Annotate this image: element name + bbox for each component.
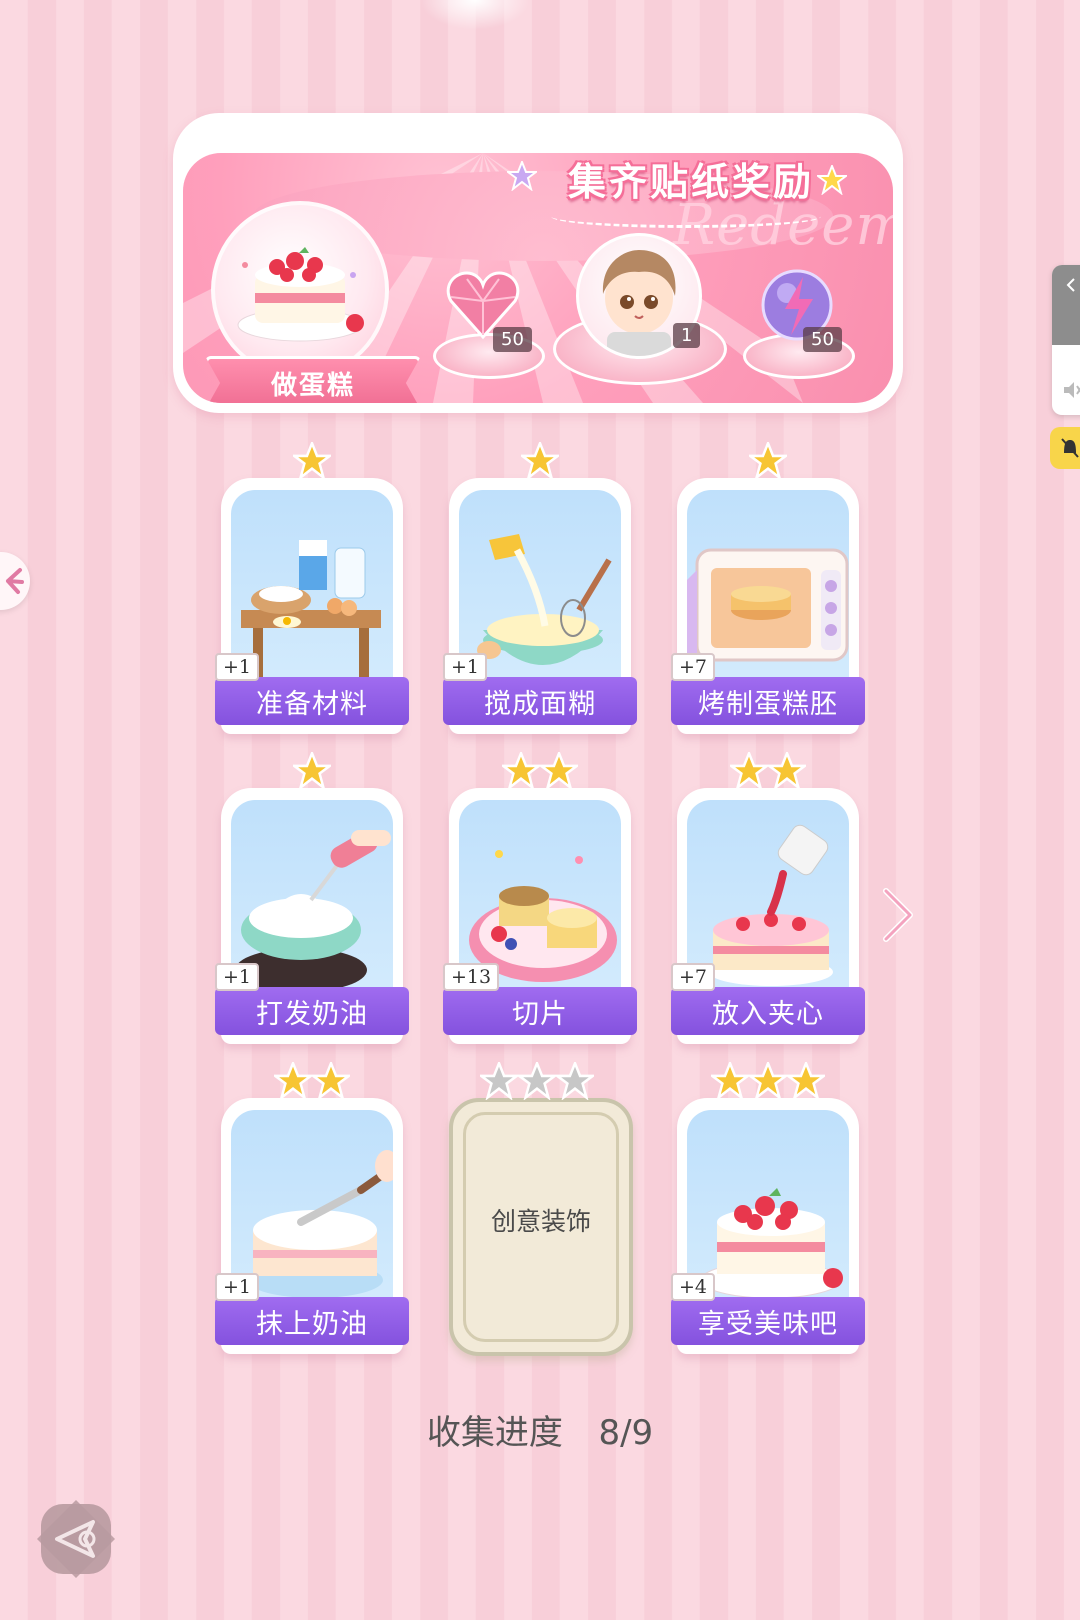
star-rating: [677, 752, 859, 792]
star-rating: [677, 1062, 859, 1102]
left-side-tab[interactable]: [0, 552, 30, 610]
star-icon: [480, 1062, 518, 1100]
star-icon: [787, 1062, 825, 1100]
card-label: 抹上奶油: [215, 1297, 409, 1345]
card-count-badge: +1: [215, 653, 260, 681]
star-icon: [749, 1062, 787, 1100]
card-label: 创意装饰: [490, 1207, 591, 1236]
star-icon: [312, 1062, 350, 1100]
card-count-badge: +13: [443, 963, 500, 991]
sticker-card[interactable]: 准备材料 +1: [215, 442, 409, 734]
collection-progress: 收集进度 8/9: [0, 1405, 1080, 1454]
sticker-card[interactable]: 烤制蛋糕胚 +7: [671, 442, 865, 734]
card-count-badge: +1: [215, 1273, 260, 1301]
top-glow: [420, 0, 530, 30]
bell-off-icon: [1061, 438, 1079, 458]
back-arrow-icon: [37, 1500, 115, 1578]
purple-star-icon: [507, 161, 537, 191]
star-icon: [556, 1062, 594, 1100]
star-rating: [449, 1062, 625, 1102]
gold-star-icon: [817, 165, 847, 195]
sticker-card[interactable]: 切片 +13: [443, 752, 637, 1044]
sticker-card[interactable]: 打发奶油 +1: [215, 752, 409, 1044]
sticker-card[interactable]: 抹上奶油 +1: [215, 1062, 409, 1354]
star-rating: [221, 442, 403, 482]
star-rating: [221, 752, 403, 792]
star-icon: [749, 442, 787, 480]
star-rating: [221, 1062, 403, 1102]
back-button[interactable]: [35, 1498, 117, 1580]
star-icon: [274, 1062, 312, 1100]
card-count-badge: +7: [671, 653, 716, 681]
sticker-card[interactable]: 放入夹心 +7: [671, 752, 865, 1044]
star-rating: [449, 752, 631, 792]
collapse-arrow-icon[interactable]: [1052, 265, 1080, 345]
star-rating: [677, 442, 859, 482]
star-icon: [502, 752, 540, 790]
card-count-badge: +4: [671, 1273, 716, 1301]
star-icon: [768, 752, 806, 790]
sticker-card[interactable]: 享受美味吧 +4: [671, 1062, 865, 1354]
star-icon: [730, 752, 768, 790]
star-icon: [518, 1062, 556, 1100]
progress-value: 8/9: [598, 1413, 654, 1453]
banner-title: 集齐贴纸奖励: [567, 160, 814, 204]
card-label: 放入夹心: [671, 987, 865, 1035]
mute-icon[interactable]: [1062, 380, 1080, 400]
sticker-card[interactable]: 创意装饰: [449, 1062, 633, 1356]
title-underline: [551, 205, 821, 228]
progress-label: 收集进度: [426, 1413, 563, 1453]
card-label: 烤制蛋糕胚: [671, 677, 865, 725]
locked-card[interactable]: 创意装饰: [449, 1098, 633, 1356]
reward-count: 50: [493, 327, 532, 352]
cake-orb: [211, 201, 389, 379]
notification-bell-tab[interactable]: [1050, 427, 1080, 469]
right-side-panel-tab[interactable]: [1052, 265, 1080, 415]
star-icon: [293, 442, 331, 480]
card-label: 搅成面糊: [443, 677, 637, 725]
star-icon: [293, 752, 331, 790]
sticker-card[interactable]: 搅成面糊 +1: [443, 442, 637, 734]
star-icon: [540, 752, 578, 790]
card-label: 切片: [443, 987, 637, 1035]
reward-count: 50: [803, 327, 842, 352]
card-label: 享受美味吧: [671, 1297, 865, 1345]
card-label: 准备材料: [215, 677, 409, 725]
star-rating: [449, 442, 631, 482]
pinwheel-icon: [6, 568, 24, 594]
card-count-badge: +7: [671, 963, 716, 991]
card-count-badge: +1: [215, 963, 260, 991]
strawberry-cake-icon: [237, 247, 364, 342]
reward-count: 1: [673, 323, 701, 348]
theme-label: 做蛋糕: [205, 356, 421, 403]
next-page-arrow-icon[interactable]: [878, 885, 918, 945]
star-icon: [521, 442, 559, 480]
card-label: 打发奶油: [215, 987, 409, 1035]
sticker-reward-banner: Redeem 做蛋糕 集齐贴纸奖励 50 1 50: [173, 113, 903, 413]
card-count-badge: +1: [443, 653, 488, 681]
star-icon: [711, 1062, 749, 1100]
banner-title-area: 集齐贴纸奖励: [507, 153, 861, 228]
